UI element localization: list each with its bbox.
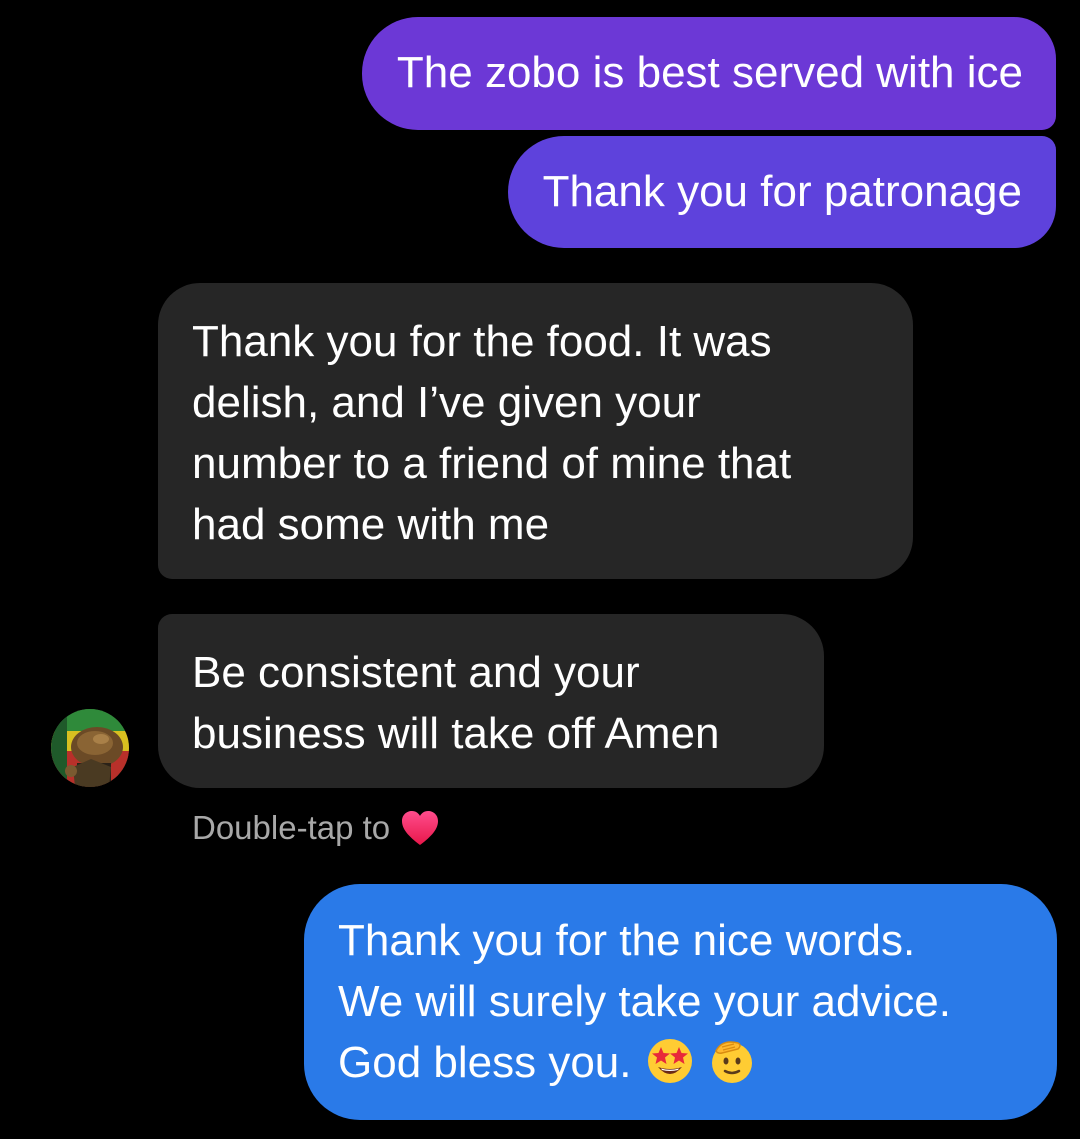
- heart-icon: [402, 811, 439, 845]
- contact-avatar[interactable]: [51, 709, 129, 787]
- incoming-message-bubble[interactable]: Be consistent and your business will tak…: [158, 614, 824, 788]
- message-text-line: had some with me: [192, 500, 550, 549]
- message-text: The zobo is best served with ice: [396, 48, 1023, 97]
- message-text-line: business will take off Amen: [192, 709, 720, 758]
- double-tap-hint-text: Double-tap to: [192, 809, 391, 846]
- outgoing-message-bubble[interactable]: The zobo is best served with ice: [361, 17, 1056, 130]
- message-text-line: number to a friend of mine that: [192, 439, 792, 488]
- saluting-face-emoji: [711, 1041, 752, 1083]
- message-text-line: delish, and I’ve given your: [192, 378, 701, 427]
- message-text-line: Thank you for the nice words.: [338, 916, 916, 965]
- outgoing-message-bubble[interactable]: Thank you for patronage: [507, 136, 1056, 248]
- message-text: God bless you.: [338, 1038, 632, 1087]
- avatar-image: [51, 709, 129, 787]
- star-struck-emoji: [647, 1039, 692, 1083]
- double-tap-hint: Double-tap to: [192, 806, 440, 850]
- incoming-message-bubble[interactable]: Thank you for the food. It was delish, a…: [158, 283, 913, 579]
- message-text: Thank you for patronage: [542, 167, 1022, 216]
- message-text-line: Thank you for the food. It was: [192, 317, 772, 366]
- outgoing-message-bubble[interactable]: Thank you for the nice words. We will su…: [304, 884, 1057, 1120]
- message-text-line: Be consistent and your: [192, 648, 640, 697]
- message-text-line: We will surely take your advice.: [338, 977, 951, 1026]
- message-text-line-with-emoji: God bless you.: [338, 1032, 1037, 1093]
